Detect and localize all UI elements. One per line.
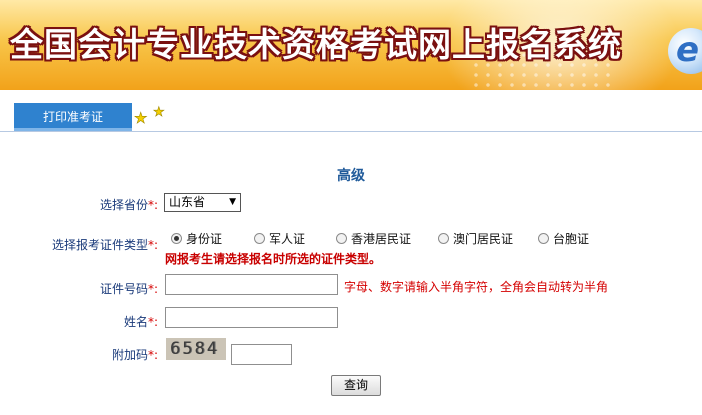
captcha-label: 附加码*: (0, 346, 158, 363)
tab-print-admission-ticket[interactable]: 打印准考证 (14, 103, 132, 131)
required-mark: *: (147, 238, 158, 252)
system-title: 全国会计专业技术资格考试网上报名系统 (10, 25, 622, 64)
radio-id-card[interactable]: 身份证 (171, 229, 222, 247)
star-icon: ★ (153, 105, 165, 120)
id-number-input[interactable] (165, 274, 338, 295)
radio-military-id[interactable]: 军人证 (254, 229, 305, 247)
province-label-text: 选择省份 (99, 198, 148, 212)
captcha-label-text: 附加码 (111, 348, 148, 362)
required-mark: *: (147, 315, 158, 329)
radio-label: 军人证 (269, 231, 306, 246)
radio-macau-resident[interactable]: 澳门居民证 (438, 229, 513, 247)
radio-label: 香港居民证 (351, 231, 412, 246)
province-select[interactable]: 山东省 ▼ (164, 193, 241, 212)
province-label: 选择省份*: (0, 196, 158, 213)
radio-hk-resident[interactable]: 香港居民证 (336, 229, 411, 247)
id-number-label: 证件号码*: (0, 280, 158, 297)
dropdown-arrow-icon: ▼ (229, 197, 236, 207)
id-type-label: 选择报考证件类型*: (0, 236, 158, 253)
radio-button[interactable] (171, 232, 182, 244)
id-type-label-text: 选择报考证件类型 (51, 238, 148, 252)
radio-label: 澳门居民证 (453, 231, 514, 246)
required-mark: *: (147, 198, 158, 212)
radio-button[interactable] (438, 232, 449, 244)
radio-button[interactable] (336, 232, 347, 244)
name-input[interactable] (165, 307, 338, 328)
name-label: 姓名*: (0, 313, 158, 330)
radio-button[interactable] (254, 232, 265, 244)
radio-button[interactable] (538, 232, 549, 244)
tab-bar: 打印准考证 ★ ★ (0, 100, 702, 132)
captcha-image[interactable]: 6584 (166, 338, 226, 360)
id-type-notice: 网报考生请选择报名时所选的证件类型。 (165, 252, 382, 266)
required-mark: *: (147, 282, 158, 296)
query-button[interactable]: 查询 (331, 375, 381, 396)
radio-taiwan-compatriot[interactable]: 台胞证 (538, 229, 589, 247)
id-number-label-text: 证件号码 (99, 282, 148, 296)
exam-level-heading: 高级 (337, 168, 365, 184)
star-icon: ★ (134, 109, 148, 127)
radio-label: 台胞证 (553, 231, 590, 246)
header-banner: 全国会计专业技术资格考试网上报名系统 e (0, 0, 702, 90)
required-mark: *: (147, 348, 158, 362)
e-logo-letter: e (676, 30, 700, 70)
province-select-value: 山东省 (169, 195, 206, 209)
radio-label: 身份证 (186, 231, 223, 246)
name-label-text: 姓名 (123, 315, 148, 329)
captcha-input[interactable] (231, 344, 292, 365)
id-number-hint: 字母、数字请输入半角字符，全角会自动转为半角 (344, 280, 609, 294)
